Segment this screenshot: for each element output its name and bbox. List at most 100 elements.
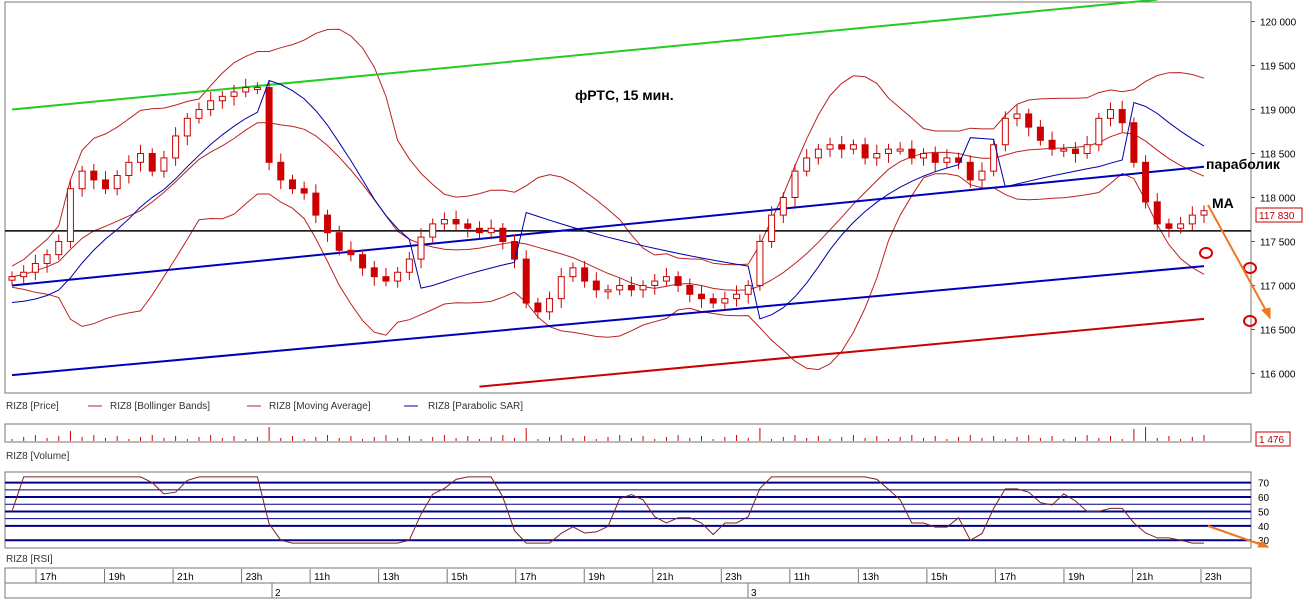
candle-body bbox=[826, 144, 834, 150]
candle-body bbox=[546, 298, 554, 313]
candle-body bbox=[791, 170, 799, 198]
chart-svg: RIZ8 [Price] RIZ8 [Bollinger Bands] RIZ8… bbox=[0, 0, 1303, 601]
candle-body bbox=[744, 284, 752, 295]
candle-body bbox=[370, 267, 378, 278]
candle-body bbox=[686, 284, 694, 295]
candle-body bbox=[1188, 214, 1196, 225]
candle-body bbox=[125, 161, 133, 177]
candle-body bbox=[1165, 223, 1173, 229]
candle-body bbox=[160, 157, 168, 172]
time-label: 19h bbox=[109, 572, 126, 583]
time-label: 23h bbox=[725, 572, 742, 583]
candle-body bbox=[207, 100, 215, 111]
candle-body bbox=[78, 170, 86, 190]
legend-volume: RIZ8 [Volume] bbox=[6, 451, 70, 462]
candle-body bbox=[499, 227, 507, 242]
price-tick-label: 119 500 bbox=[1260, 62, 1296, 73]
candle bbox=[265, 80, 273, 171]
candle-body bbox=[1083, 144, 1091, 155]
price-tick-label: 117 500 bbox=[1260, 237, 1296, 248]
candle-body bbox=[113, 175, 121, 190]
candle bbox=[990, 139, 998, 177]
time-label: 21h bbox=[657, 572, 674, 583]
chart-stage: RIZ8 [Price] RIZ8 [Bollinger Bands] RIZ8… bbox=[0, 0, 1303, 601]
candle-body bbox=[1130, 122, 1138, 163]
time-label: 19h bbox=[1068, 572, 1085, 583]
candle-body bbox=[335, 232, 343, 251]
candle-body bbox=[324, 214, 332, 234]
candle-body bbox=[55, 240, 63, 256]
time-label: 19h bbox=[588, 572, 605, 583]
price-tick-label: 116 000 bbox=[1260, 369, 1296, 380]
candle-body bbox=[592, 280, 600, 291]
candle-body bbox=[1095, 117, 1103, 146]
candle-body bbox=[31, 262, 39, 273]
candle-body bbox=[1177, 223, 1185, 229]
candle-body bbox=[452, 218, 460, 225]
rsi-tick-label: 70 bbox=[1258, 479, 1270, 490]
day-label: 3 bbox=[751, 588, 757, 599]
candle-body bbox=[183, 117, 191, 137]
candle-body bbox=[861, 144, 869, 159]
candle-body bbox=[43, 254, 51, 264]
candle-body bbox=[1107, 109, 1115, 119]
candle bbox=[66, 179, 74, 249]
candle-body bbox=[218, 95, 226, 102]
candle-body bbox=[277, 161, 285, 181]
candle-body bbox=[265, 87, 273, 163]
annotation-ma: МА bbox=[1212, 195, 1234, 211]
rsi-tick-label: 60 bbox=[1258, 493, 1270, 504]
candle-body bbox=[253, 87, 261, 91]
candle bbox=[1130, 117, 1138, 168]
candle-body bbox=[1060, 148, 1068, 152]
candle-body bbox=[90, 170, 98, 181]
candle-body bbox=[697, 293, 705, 300]
price-tick-label: 117 000 bbox=[1260, 281, 1296, 292]
time-label: 11h bbox=[794, 572, 810, 583]
price-tick-label: 118 500 bbox=[1260, 150, 1296, 161]
candle-body bbox=[359, 254, 367, 269]
time-label: 17h bbox=[40, 572, 57, 583]
candle-body bbox=[312, 192, 320, 216]
candle-body bbox=[604, 289, 612, 293]
candle-body bbox=[230, 91, 238, 97]
time-label: 23h bbox=[1205, 572, 1222, 583]
candle-body bbox=[616, 284, 624, 291]
candle-body bbox=[651, 280, 659, 286]
candle-body bbox=[639, 284, 647, 291]
candle-body bbox=[66, 188, 74, 242]
candle-body bbox=[557, 276, 565, 300]
candle-body bbox=[873, 153, 881, 159]
candle-body bbox=[838, 144, 846, 150]
candle-body bbox=[1071, 148, 1079, 155]
candle-body bbox=[768, 214, 776, 242]
candle-body bbox=[779, 197, 787, 216]
time-label: 23h bbox=[246, 572, 263, 583]
candle-body bbox=[1118, 109, 1126, 124]
candle-body bbox=[417, 236, 425, 260]
candle-body bbox=[1036, 126, 1044, 141]
legend-price-series: RIZ8 [Price] bbox=[6, 401, 59, 412]
candle bbox=[756, 234, 764, 291]
candle-body bbox=[429, 223, 437, 238]
candle-body bbox=[884, 148, 892, 155]
candle-body bbox=[569, 267, 577, 278]
candle-body bbox=[1025, 113, 1033, 128]
chart-title: фРТС, 15 мин. bbox=[575, 87, 674, 103]
candle-body bbox=[347, 249, 355, 256]
rsi-tick-label: 40 bbox=[1258, 522, 1270, 533]
candle-body bbox=[943, 157, 951, 163]
candle-body bbox=[662, 276, 670, 282]
price-tick-label: 116 500 bbox=[1260, 325, 1296, 336]
candle-body bbox=[382, 276, 390, 282]
candle-body bbox=[522, 258, 530, 304]
candle-body bbox=[288, 179, 296, 190]
candle-body bbox=[394, 271, 402, 282]
time-label: 17h bbox=[999, 572, 1016, 583]
candle-body bbox=[896, 148, 904, 152]
candle-body bbox=[405, 258, 413, 273]
time-label: 11h bbox=[314, 572, 330, 583]
candle-body bbox=[756, 240, 764, 286]
legend-parabolic: RIZ8 [Parabolic SAR] bbox=[428, 401, 523, 412]
time-label: 13h bbox=[383, 572, 400, 583]
